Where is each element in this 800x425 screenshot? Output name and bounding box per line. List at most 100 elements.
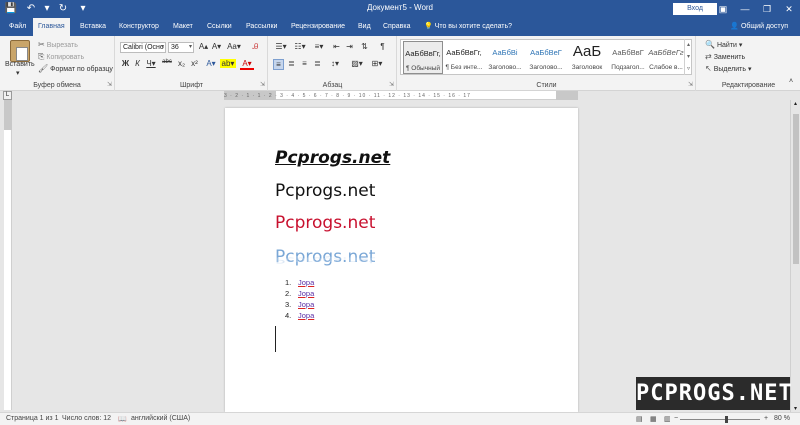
font-color-icon[interactable]: A▾ [240,59,254,70]
highlight-color-icon[interactable]: ab▾ [220,59,236,68]
ribbon-display-icon[interactable]: ▣ [712,0,734,18]
styles-launcher-icon[interactable]: ⇲ [688,81,693,88]
multilevel-list-icon[interactable]: ≡▾ [311,42,327,51]
tab-layout[interactable]: Макет [168,18,198,36]
scroll-up-icon[interactable]: ▴ [791,100,800,107]
zoom-in-icon[interactable]: + [764,415,768,422]
list-item[interactable]: 2. Jopa [285,289,314,300]
font-size-combo[interactable]: 36 ▾ [168,42,194,53]
style-normal[interactable]: АаБбВвГг, ¶ Обычный [403,41,443,74]
page-count[interactable]: Страница 1 из 1 [6,415,58,422]
bold-icon[interactable]: Ж [120,59,131,68]
subscript-icon[interactable]: x₂ [176,59,187,68]
paragraph-launcher-icon[interactable]: ⇲ [389,81,394,88]
scrollbar-thumb[interactable] [793,114,799,264]
underline-icon[interactable]: Ч▾ [144,59,158,68]
minimize-icon[interactable]: — [734,0,756,18]
copy-label: Копировать [46,54,85,61]
style-subtle-emphasis[interactable]: АаБбВеГг Слабое в... [646,41,686,74]
list-item[interactable]: 4. Jopa [285,311,314,322]
line-spacing-icon[interactable]: ↕▾ [327,59,343,68]
doc-line-plain[interactable]: Pcprogs.net [275,181,375,201]
style-subtitle[interactable]: АаБбВвГ Подзагол... [608,41,648,74]
read-mode-icon[interactable]: ▤ [636,415,643,423]
cut-button[interactable]: ✂ Вырезать [38,40,78,49]
select-button[interactable]: ↖ Выделить ▾ [705,64,751,73]
superscript-icon[interactable]: x² [189,59,200,68]
font-name-combo[interactable]: Calibri (Осно ▾ [120,42,166,53]
vertical-ruler[interactable] [4,100,12,410]
borders-icon[interactable]: ⊞▾ [369,59,385,68]
zoom-level[interactable]: 80 % [774,415,790,422]
font-name-dropdown-icon[interactable]: ▾ [161,43,164,52]
align-center-icon[interactable]: ≣ [286,59,297,68]
horizontal-ruler[interactable]: 3 · 2 · 1 · 1 · 2 · 3 · 4 · 5 · 6 · 7 · … [224,91,578,100]
font-size-dropdown-icon[interactable]: ▾ [189,43,192,52]
styles-scroll-up-icon[interactable]: ▴ [685,39,692,51]
tab-mailings[interactable]: Рассылки [241,18,282,36]
shading-icon[interactable]: ▨▾ [349,59,365,68]
bullets-icon[interactable]: ☰▾ [273,42,289,51]
doc-line-bold-italic[interactable]: Pcprogs.net [275,148,390,168]
clear-formatting-icon[interactable]: Ꭿ [250,42,261,52]
tab-references[interactable]: Ссылки [202,18,237,36]
style-heading-1[interactable]: АаБбВі Заголово... [485,41,525,74]
tab-selector[interactable]: L [3,91,12,100]
tell-me-search[interactable]: 💡 Что вы хотите сделать? [424,18,512,36]
justify-icon[interactable]: ≣ [312,59,323,68]
decrease-indent-icon[interactable]: ⇤ [331,42,342,51]
style-heading-2[interactable]: АаБбВеГ Заголово... [526,41,566,74]
vertical-scrollbar[interactable]: ▴ ▾ [790,100,800,412]
shrink-font-icon[interactable]: A▾ [211,42,222,51]
numbering-icon[interactable]: ☷▾ [292,42,308,51]
styles-scroll-down-icon[interactable]: ▾ [685,51,692,63]
align-left-icon[interactable]: ≡ [273,59,284,70]
proofing-icon[interactable]: 📖 [118,415,127,423]
clipboard-launcher-icon[interactable]: ⇲ [107,81,112,88]
share-button[interactable]: 👤 Общий доступ [730,18,788,36]
web-layout-icon[interactable]: ▥ [664,415,671,423]
close-icon[interactable]: ✕ [778,0,800,18]
replace-button[interactable]: ⇄ Заменить [705,52,745,61]
tab-file[interactable]: Файл [4,18,31,36]
zoom-slider-thumb[interactable] [725,416,728,423]
increase-indent-icon[interactable]: ⇥ [344,42,355,51]
document-page[interactable]: Pcprogs.net Pcprogs.net Pcprogs.net Pcpr… [225,108,578,412]
collapse-ribbon-icon[interactable]: ˄ [789,78,793,85]
scroll-down-icon[interactable]: ▾ [791,405,800,412]
zoom-slider[interactable] [680,416,760,423]
tab-help[interactable]: Справка [378,18,415,36]
format-painter-button[interactable]: 🖌 Формат по образцу [38,64,113,73]
restore-icon[interactable]: ❐ [756,0,778,18]
word-count[interactable]: Число слов: 12 [62,415,111,422]
doc-line-red[interactable]: Pcprogs.net [275,213,375,233]
tab-view[interactable]: Вид [353,18,376,36]
tab-design[interactable]: Конструктор [114,18,164,36]
print-layout-icon[interactable]: ▦ [650,415,657,423]
language-status[interactable]: английский (США) [131,415,190,422]
paste-icon[interactable] [10,40,30,62]
tab-review[interactable]: Рецензирование [286,18,350,36]
tab-insert[interactable]: Вставка [75,18,111,36]
tab-home[interactable]: Главная [33,18,70,36]
paste-button[interactable]: Вставить [5,61,35,68]
styles-more-icon[interactable]: ▿ [685,63,692,75]
zoom-out-icon[interactable]: − [674,415,678,422]
paste-dropdown-icon[interactable]: ▾ [16,69,20,77]
list-item[interactable]: 3. Jopa [285,300,314,311]
style-title[interactable]: АаБ Заголовок [567,41,607,74]
signin-button[interactable]: Вход [673,3,717,15]
text-effects-icon[interactable]: A▾ [204,59,218,68]
italic-icon[interactable]: К [132,59,143,68]
font-launcher-icon[interactable]: ⇲ [260,81,265,88]
find-button[interactable]: 🔍 Найти ▾ [705,40,742,49]
style-no-spacing[interactable]: АаБбВвГг, ¶ Без инте... [444,41,484,74]
change-case-icon[interactable]: Aa▾ [226,42,242,51]
list-item[interactable]: 1. Jopa [285,278,314,289]
copy-button[interactable]: ⎘ Копировать [38,52,84,62]
show-formatting-icon[interactable]: ¶ [377,42,388,51]
grow-font-icon[interactable]: A▴ [198,42,209,51]
sort-icon[interactable]: ⇅ [359,42,370,51]
strikethrough-icon[interactable]: abc [160,59,174,65]
align-right-icon[interactable]: ≡ [299,59,310,68]
